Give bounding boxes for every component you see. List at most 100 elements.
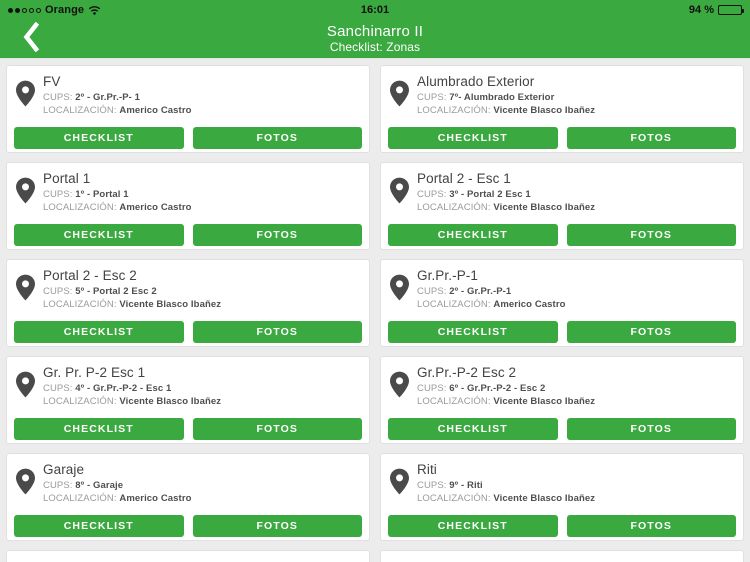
cups-value: 1º - Portal 1 bbox=[75, 189, 129, 200]
localizacion-value: Americo Castro bbox=[119, 105, 192, 117]
zone-name: Portal 1 bbox=[43, 171, 91, 186]
localizacion-label: LOCALIZACIÓN: bbox=[43, 493, 117, 505]
zone-card-actions: CHECKLIST FOTOS bbox=[388, 224, 736, 246]
localizacion-value: Vicente Blasco Ibañez bbox=[493, 105, 596, 117]
fotos-button[interactable]: FOTOS bbox=[192, 321, 362, 343]
map-pin-icon bbox=[388, 364, 410, 398]
localizacion-value: Vicente Blasco Ibañez bbox=[493, 493, 596, 505]
fotos-button[interactable]: FOTOS bbox=[566, 321, 736, 343]
zone-card-texts: Gr. Pr. P-2 Esc 1 CUPS: 4º - Gr.Pr.-P-2 … bbox=[43, 364, 362, 409]
map-pin-icon bbox=[388, 461, 410, 495]
zone-card-1[interactable]: Alumbrado Exterior CUPS: 7º- Alumbrado E… bbox=[380, 65, 744, 153]
zone-name: FV bbox=[43, 74, 61, 89]
zone-card-texts: Portal 1 CUPS: 1º - Portal 1 LOCALIZACIÓ… bbox=[43, 170, 362, 215]
cups-label: CUPS: bbox=[43, 383, 73, 394]
cups-value: 7º- Alumbrado Exterior bbox=[449, 92, 555, 103]
cups-value: 6º - Gr.Pr.-P-2 - Esc 2 bbox=[449, 383, 546, 394]
zone-card-texts: Gr.Pr.-P-1 CUPS: 2º - Gr.Pr.-P-1 LOCALIZ… bbox=[417, 267, 736, 312]
zone-card-2[interactable]: Portal 1 CUPS: 1º - Portal 1 LOCALIZACIÓ… bbox=[6, 162, 370, 250]
battery-icon bbox=[718, 5, 744, 15]
checklist-button[interactable]: CHECKLIST bbox=[14, 321, 184, 343]
fotos-button[interactable]: FOTOS bbox=[566, 515, 736, 537]
checklist-button[interactable]: CHECKLIST bbox=[388, 515, 558, 537]
zone-name: Portal 2 - Esc 1 bbox=[417, 171, 511, 186]
zone-card-7[interactable]: Gr.Pr.-P-2 Esc 2 CUPS: 6º - Gr.Pr.-P-2 -… bbox=[380, 356, 744, 444]
checklist-button[interactable]: CHECKLIST bbox=[388, 127, 558, 149]
cups-label: CUPS: bbox=[43, 480, 73, 491]
cups-value: 8º - Garaje bbox=[75, 480, 124, 491]
page-subtitle: Checklist: Zonas bbox=[329, 39, 421, 54]
cups-value: 5º - Portal 2 Esc 2 bbox=[75, 286, 157, 297]
checklist-button[interactable]: CHECKLIST bbox=[14, 127, 184, 149]
zone-localizacion-line: LOCALIZACIÓN: Vicente Blasco Ibañez bbox=[417, 395, 736, 408]
status-bar: Orange 16:01 94 % bbox=[0, 0, 750, 20]
zone-card-0[interactable]: FV CUPS: 2º - Gr.Pr.-P- 1 LOCALIZACIÓN: … bbox=[6, 65, 370, 153]
fotos-button[interactable]: FOTOS bbox=[192, 224, 362, 246]
zone-card-3[interactable]: Portal 2 - Esc 1 CUPS: 3º - Portal 2 Esc… bbox=[380, 162, 744, 250]
zone-cups-line: CUPS: 7º- Alumbrado Exterior bbox=[417, 91, 736, 104]
localizacion-value: Vicente Blasco Ibañez bbox=[119, 396, 222, 408]
zone-list-scroll-area[interactable]: FV CUPS: 2º - Gr.Pr.-P- 1 LOCALIZACIÓN: … bbox=[0, 59, 750, 562]
checklist-button[interactable]: CHECKLIST bbox=[14, 224, 184, 246]
cups-value: 2º - Gr.Pr.-P-1 bbox=[449, 286, 512, 297]
map-pin-icon bbox=[14, 73, 36, 107]
fotos-button[interactable]: FOTOS bbox=[192, 418, 362, 440]
zone-cups-line: CUPS: 6º - Gr.Pr.-P-2 - Esc 2 bbox=[417, 382, 736, 395]
cups-value: 3º - Portal 2 Esc 1 bbox=[449, 189, 531, 200]
localizacion-label: LOCALIZACIÓN: bbox=[417, 105, 491, 117]
cups-value: 2º - Gr.Pr.-P- 1 bbox=[75, 92, 141, 103]
zone-card-4[interactable]: Portal 2 - Esc 2 CUPS: 5º - Portal 2 Esc… bbox=[6, 259, 370, 347]
zone-cups-line: CUPS: 1º - Portal 1 bbox=[43, 188, 362, 201]
localizacion-label: LOCALIZACIÓN: bbox=[417, 299, 491, 311]
zone-cups-line: CUPS: 2º - Gr.Pr.-P- 1 bbox=[43, 91, 362, 104]
zone-localizacion-line: LOCALIZACIÓN: Vicente Blasco Ibañez bbox=[417, 104, 736, 117]
cups-label: CUPS: bbox=[417, 92, 447, 103]
zone-card-texts: Portal 2 - Esc 2 CUPS: 5º - Portal 2 Esc… bbox=[43, 267, 362, 312]
checklist-button[interactable]: CHECKLIST bbox=[388, 321, 558, 343]
zone-localizacion-line: LOCALIZACIÓN: Vicente Blasco Ibañez bbox=[43, 395, 362, 408]
zone-card-texts: CUPS: LOCALIZACIÓN: bbox=[43, 558, 362, 562]
zone-localizacion-line: LOCALIZACIÓN: Vicente Blasco Ibañez bbox=[43, 298, 362, 311]
chevron-left-icon bbox=[21, 21, 40, 57]
map-pin-icon bbox=[388, 73, 410, 107]
zone-card-10[interactable]: CUPS: LOCALIZACIÓN: CHECKLIST FOTOS bbox=[6, 550, 370, 562]
checklist-button[interactable]: CHECKLIST bbox=[388, 224, 558, 246]
zone-card-6[interactable]: Gr. Pr. P-2 Esc 1 CUPS: 4º - Gr.Pr.-P-2 … bbox=[6, 356, 370, 444]
localizacion-label: LOCALIZACIÓN: bbox=[43, 202, 117, 214]
fotos-button[interactable]: FOTOS bbox=[566, 224, 736, 246]
zone-card-header: Alumbrado Exterior CUPS: 7º- Alumbrado E… bbox=[388, 73, 736, 125]
back-button[interactable] bbox=[8, 20, 52, 58]
zone-name: Gr. Pr. P-2 Esc 1 bbox=[43, 365, 146, 380]
zone-card-header: FV CUPS: 2º - Gr.Pr.-P- 1 LOCALIZACIÓN: … bbox=[14, 73, 362, 125]
fotos-button[interactable]: FOTOS bbox=[566, 418, 736, 440]
zone-card-5[interactable]: Gr.Pr.-P-1 CUPS: 2º - Gr.Pr.-P-1 LOCALIZ… bbox=[380, 259, 744, 347]
checklist-button[interactable]: CHECKLIST bbox=[388, 418, 558, 440]
localizacion-label: LOCALIZACIÓN: bbox=[43, 396, 117, 408]
zone-localizacion-line: LOCALIZACIÓN: Americo Castro bbox=[43, 492, 362, 505]
zone-name: Portal 2 - Esc 2 bbox=[43, 268, 137, 283]
fotos-button[interactable]: FOTOS bbox=[566, 127, 736, 149]
checklist-button[interactable]: CHECKLIST bbox=[14, 515, 184, 537]
zone-card-actions: CHECKLIST FOTOS bbox=[388, 127, 736, 149]
zone-card-actions: CHECKLIST FOTOS bbox=[14, 321, 362, 343]
zone-card-texts: Portal 2 - Esc 1 CUPS: 3º - Portal 2 Esc… bbox=[417, 170, 736, 215]
zone-card-header: CUPS: LOCALIZACIÓN: bbox=[388, 558, 736, 562]
fotos-button[interactable]: FOTOS bbox=[192, 127, 362, 149]
map-pin-icon bbox=[14, 364, 36, 398]
zone-card-9[interactable]: Riti CUPS: 9º - Riti LOCALIZACIÓN: Vicen… bbox=[380, 453, 744, 541]
zone-localizacion-line: LOCALIZACIÓN: Americo Castro bbox=[43, 201, 362, 214]
page-title: Sanchinarro II bbox=[326, 22, 424, 40]
zone-card-8[interactable]: Garaje CUPS: 8º - Garaje LOCALIZACIÓN: A… bbox=[6, 453, 370, 541]
zone-card-header: Portal 2 - Esc 1 CUPS: 3º - Portal 2 Esc… bbox=[388, 170, 736, 222]
localizacion-value: Americo Castro bbox=[119, 493, 192, 505]
fotos-button[interactable]: FOTOS bbox=[192, 515, 362, 537]
map-pin-icon bbox=[388, 558, 410, 562]
zone-card-actions: CHECKLIST FOTOS bbox=[14, 418, 362, 440]
zone-card-header: Portal 1 CUPS: 1º - Portal 1 LOCALIZACIÓ… bbox=[14, 170, 362, 222]
zone-name: Gr.Pr.-P-2 Esc 2 bbox=[417, 365, 517, 380]
checklist-button[interactable]: CHECKLIST bbox=[14, 418, 184, 440]
localizacion-value: Vicente Blasco Ibañez bbox=[493, 396, 596, 408]
zone-card-11[interactable]: CUPS: LOCALIZACIÓN: CHECKLIST FOTOS bbox=[380, 550, 744, 562]
status-bar-clock: 16:01 bbox=[360, 4, 390, 16]
localizacion-label: LOCALIZACIÓN: bbox=[417, 396, 491, 408]
